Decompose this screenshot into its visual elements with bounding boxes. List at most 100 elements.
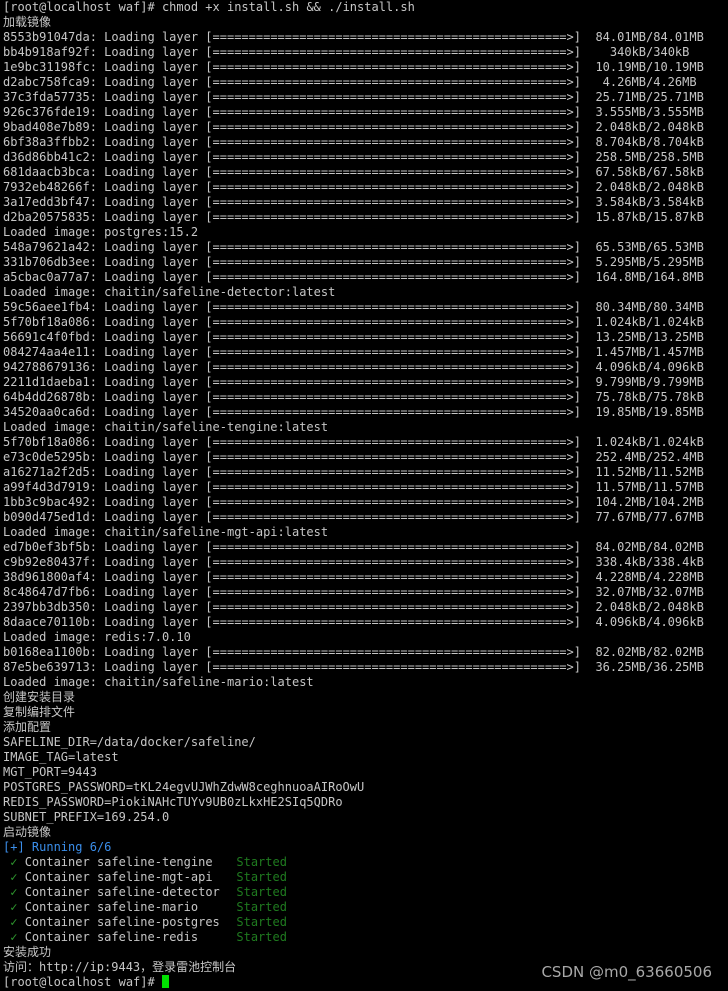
- layer-id: 1e9bc31198fc: [3, 60, 90, 74]
- progress-bar: [=======================================…: [198, 135, 596, 149]
- layer-progress-line: 56691c4f0fbd: Loading layer [===========…: [3, 330, 704, 345]
- layer-id: b0168ea1100b: [3, 645, 90, 659]
- loading-label: Loading layer: [104, 465, 199, 479]
- loading-label: Loading layer: [104, 300, 199, 314]
- loading-label: Loading layer: [104, 45, 199, 59]
- layer-id: 8c48647d7fb6: [3, 585, 90, 599]
- layer-progress-line: 084274aa4e11: Loading layer [===========…: [3, 345, 704, 360]
- layer-id: d36d86bb41c2: [3, 150, 90, 164]
- output-line: 创建安装目录: [3, 690, 76, 704]
- separator: :: [89, 300, 105, 314]
- separator: :: [89, 315, 105, 329]
- loading-label: Loading layer: [104, 405, 199, 419]
- loading-label: Loading layer: [104, 315, 199, 329]
- terminal-cursor[interactable]: [161, 975, 169, 988]
- layer-progress-line: 5f70bf18a086: Loading layer [===========…: [3, 315, 704, 330]
- progress-bar: [=======================================…: [198, 180, 596, 194]
- layer-size: 82.02MB/82.02MB: [595, 645, 704, 659]
- progress-bar: [=======================================…: [198, 600, 596, 614]
- layer-id: 56691c4f0fbd: [3, 330, 90, 344]
- progress-bar: [=======================================…: [198, 615, 596, 629]
- layer-id: 5f70bf18a086: [3, 315, 90, 329]
- loading-label: Loading layer: [104, 150, 199, 164]
- separator: :: [89, 210, 105, 224]
- separator: :: [89, 120, 105, 134]
- layer-id: 7932eb48266f: [3, 180, 90, 194]
- layer-progress-line: d2ba20575835: Loading layer [===========…: [3, 210, 704, 225]
- loading-label: Loading layer: [104, 135, 199, 149]
- loading-label: Loading layer: [104, 165, 199, 179]
- loading-label: Loading layer: [104, 570, 199, 584]
- layer-size: 65.53MB/65.53MB: [595, 240, 704, 254]
- container-status: Started: [236, 915, 287, 929]
- layer-progress-line: 942788679136: Loading layer [===========…: [3, 360, 704, 375]
- layer-size: 2.048kB/2.048kB: [595, 180, 704, 194]
- progress-bar: [=======================================…: [198, 105, 596, 119]
- separator: :: [89, 75, 105, 89]
- layer-size: 4.096kB/4.096kB: [595, 615, 704, 629]
- separator: :: [89, 45, 105, 59]
- check-icon: ✓: [3, 900, 25, 914]
- layer-progress-line: 926c376fde19: Loading layer [===========…: [3, 105, 704, 120]
- layer-progress-line: d36d86bb41c2: Loading layer [===========…: [3, 150, 704, 165]
- separator: :: [89, 435, 105, 449]
- layer-progress-line: a16271a2f2d5: Loading layer [===========…: [3, 465, 704, 480]
- layer-progress-line: 548a79621a42: Loading layer [===========…: [3, 240, 704, 255]
- separator: :: [89, 570, 105, 584]
- loading-label: Loading layer: [104, 105, 199, 119]
- separator: :: [89, 645, 105, 659]
- layer-id: 6bf38a3ffbb2: [3, 135, 90, 149]
- separator: :: [89, 480, 105, 494]
- separator: :: [89, 270, 105, 284]
- separator: :: [89, 540, 105, 554]
- layer-size: 84.01MB/84.01MB: [595, 30, 704, 44]
- terminal-output[interactable]: [root@localhost waf]# chmod +x install.s…: [3, 0, 704, 990]
- loading-label: Loading layer: [104, 495, 199, 509]
- layer-id: 084274aa4e11: [3, 345, 90, 359]
- loading-label: Loading layer: [104, 540, 199, 554]
- loading-label: Loading layer: [104, 330, 199, 344]
- container-status-line: ✓ Container safeline-mgt-api Started: [3, 870, 704, 885]
- layer-progress-line: a5cbac0a77a7: Loading layer [===========…: [3, 270, 704, 285]
- progress-bar: [=======================================…: [198, 150, 596, 164]
- layer-size: 77.67MB/77.67MB: [595, 510, 704, 524]
- progress-bar: [=======================================…: [198, 255, 596, 269]
- container-label: Container: [24, 855, 90, 869]
- loading-label: Loading layer: [104, 60, 199, 74]
- progress-bar: [=======================================…: [198, 345, 596, 359]
- separator: :: [89, 255, 105, 269]
- layer-id: a99f4d3d7919: [3, 480, 90, 494]
- loading-label: Loading layer: [104, 255, 199, 269]
- layer-size: 4.26MB/4.26MB: [602, 75, 697, 89]
- layer-progress-line: 9bad408e7b89: Loading layer [===========…: [3, 120, 704, 135]
- csdn-watermark: CSDN @m0_63660506: [541, 963, 712, 981]
- loading-label: Loading layer: [104, 615, 199, 629]
- layer-progress-line: b0168ea1100b: Loading layer [===========…: [3, 645, 704, 660]
- output-line: Loaded image: chaitin/safeline-mario:lat…: [3, 675, 314, 689]
- layer-size: 75.78kB/75.78kB: [595, 390, 704, 404]
- separator: :: [89, 375, 105, 389]
- separator: :: [89, 615, 105, 629]
- progress-bar: [=======================================…: [198, 645, 596, 659]
- loading-label: Loading layer: [104, 90, 199, 104]
- container-status-line: ✓ Container safeline-detector Started: [3, 885, 704, 900]
- layer-size: 1.457MB/1.457MB: [595, 345, 704, 359]
- container-name: safeline-postgres: [96, 915, 220, 929]
- loading-label: Loading layer: [104, 180, 199, 194]
- container-status: Started: [236, 870, 287, 884]
- progress-bar: [=======================================…: [198, 120, 596, 134]
- layer-size: 1.024kB/1.024kB: [595, 435, 704, 449]
- layer-size: 2.048kB/2.048kB: [595, 120, 704, 134]
- separator: :: [89, 390, 105, 404]
- check-icon: ✓: [3, 930, 25, 944]
- layer-progress-line: c9b92e80437f: Loading layer [===========…: [3, 555, 704, 570]
- layer-progress-line: 34520aa0ca6d: Loading layer [===========…: [3, 405, 704, 420]
- loading-label: Loading layer: [104, 195, 199, 209]
- layer-size: 32.07MB/32.07MB: [595, 585, 704, 599]
- separator: :: [89, 60, 105, 74]
- container-name: safeline-mario: [96, 900, 199, 914]
- container-label: Container: [24, 885, 90, 899]
- layer-id: 59c56aee1fb4: [3, 300, 90, 314]
- container-name: safeline-mgt-api: [96, 870, 213, 884]
- container-status-line: ✓ Container safeline-redis Started: [3, 930, 704, 945]
